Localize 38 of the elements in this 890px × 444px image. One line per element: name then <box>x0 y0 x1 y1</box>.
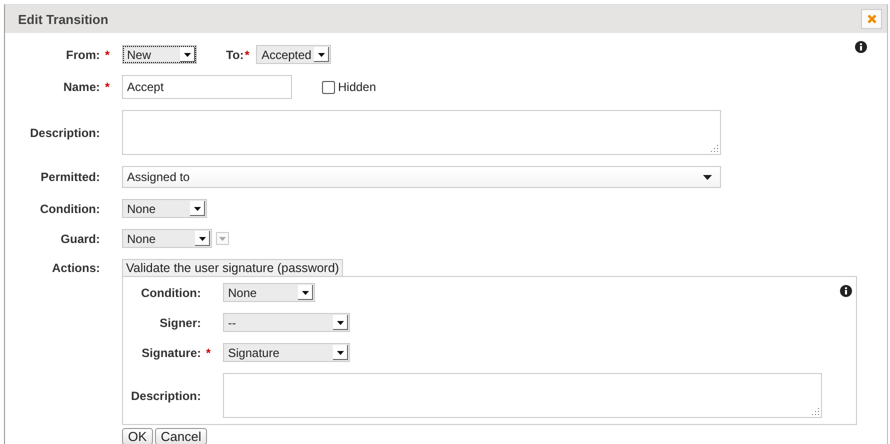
caret-icon <box>219 236 226 240</box>
description-field[interactable] <box>223 373 822 418</box>
field-label: Permitted: <box>40 170 100 184</box>
close-button[interactable] <box>861 9 882 29</box>
info-icon[interactable] <box>840 285 852 297</box>
dropdown-field[interactable]: None <box>122 229 212 248</box>
field-label: Actions: <box>51 260 100 275</box>
action-tab[interactable]: Validate the user signature (password) <box>122 259 344 276</box>
dropdown-field[interactable]: None <box>122 199 207 218</box>
field-label: Guard: <box>60 232 100 246</box>
name-field[interactable]: Accept <box>122 75 292 99</box>
field-label: Name: <box>62 80 100 94</box>
hidden-checkbox[interactable]: Hidden <box>322 80 376 94</box>
dropdown-field[interactable]: None <box>223 283 315 302</box>
field-label: Description: <box>130 388 201 402</box>
required-mark: * <box>105 48 111 62</box>
field-label: Signer: <box>158 316 201 330</box>
dropdown-field[interactable]: Accepted <box>256 45 332 64</box>
dropdown-field[interactable]: Signature <box>223 343 350 362</box>
description-field[interactable] <box>122 110 721 155</box>
close-icon <box>866 14 876 24</box>
required-mark: * <box>105 80 111 94</box>
field-label: Condition: <box>140 286 201 300</box>
caret-icon <box>703 174 712 180</box>
window-title: Edit Transition <box>18 12 108 26</box>
cancel-button[interactable]: Cancel <box>154 428 208 444</box>
dropdown-field[interactable]: -- <box>223 313 350 332</box>
field-label: Description: <box>28 126 100 140</box>
ok-button[interactable]: OK <box>122 428 153 444</box>
required-mark: * <box>244 48 250 62</box>
info-icon[interactable] <box>855 41 867 53</box>
field-label: To: <box>226 48 244 62</box>
dropdown-field[interactable]: Assigned to <box>122 166 721 188</box>
field-label: Signature: <box>140 346 201 360</box>
field-label: Condition: <box>39 202 100 216</box>
dropdown-field[interactable]: New <box>122 45 197 64</box>
required-mark: * <box>206 346 212 360</box>
field-label: From: <box>65 48 100 62</box>
